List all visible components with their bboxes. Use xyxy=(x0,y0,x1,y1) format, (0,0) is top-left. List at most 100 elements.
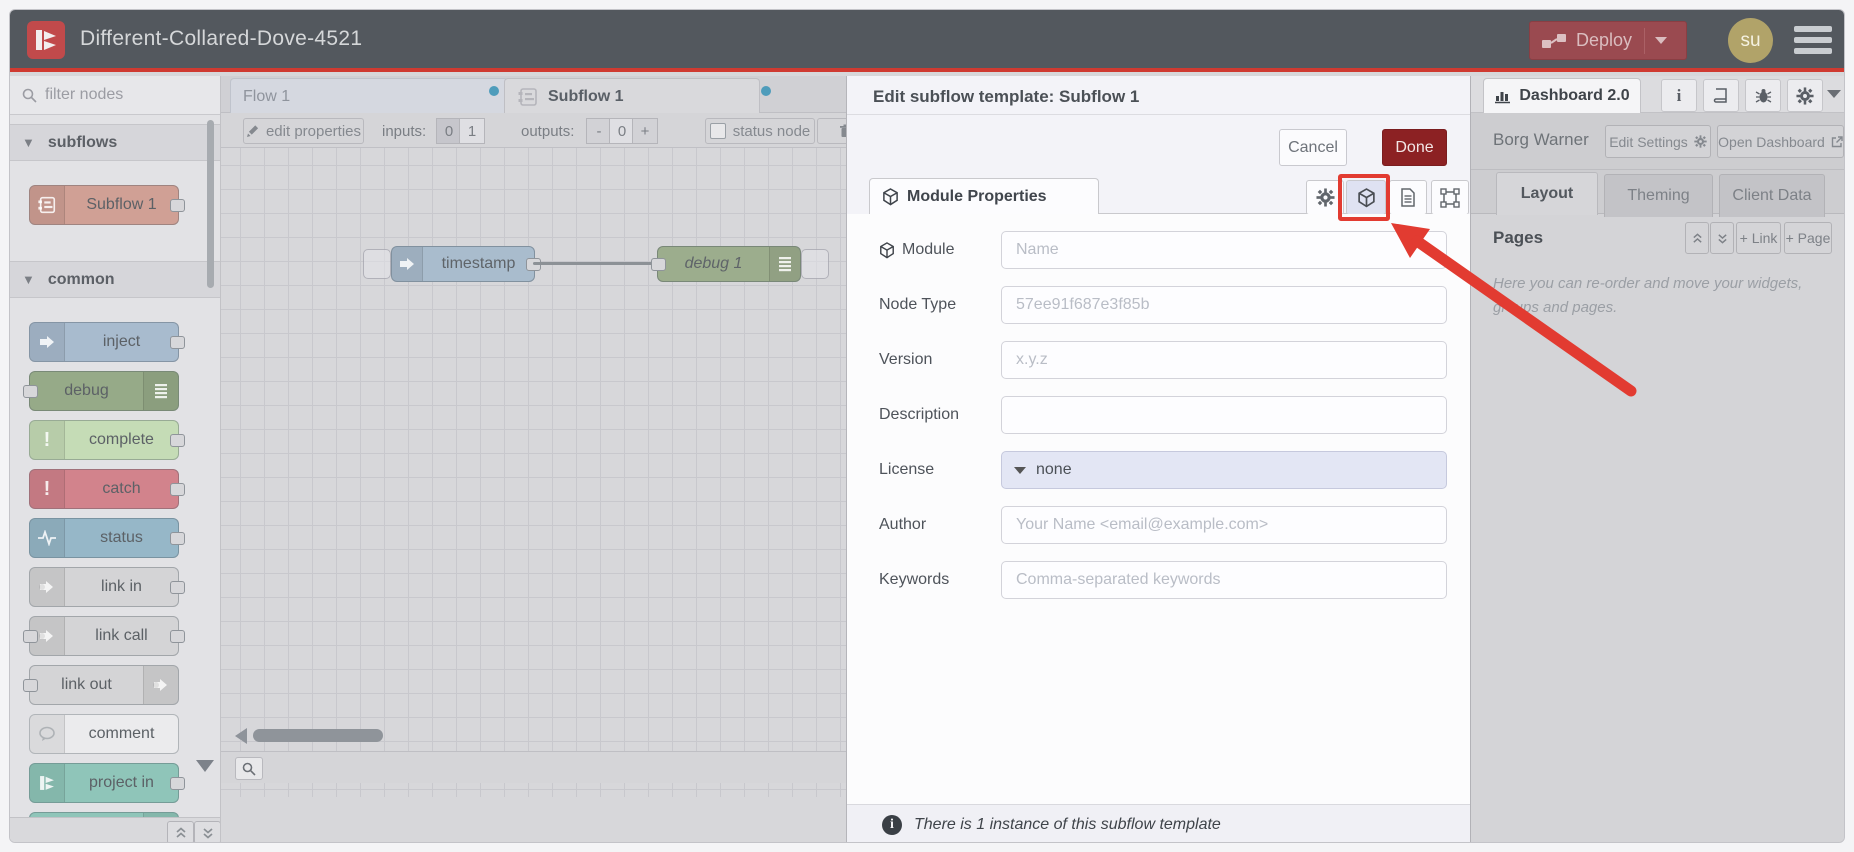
delete-subflow-button[interactable] xyxy=(817,118,846,144)
link-arrow-icon xyxy=(30,568,65,606)
help-book-button[interactable] xyxy=(1703,79,1739,112)
tab-subflow-1-label: Subflow 1 xyxy=(548,87,624,105)
output-port[interactable] xyxy=(170,581,185,594)
deploy-caret-icon[interactable] xyxy=(1655,37,1668,44)
palette-node-catch[interactable]: ! catch xyxy=(29,469,185,509)
palette-node-comment[interactable]: comment xyxy=(29,714,179,754)
output-port[interactable] xyxy=(170,630,185,643)
palette-node-Subflow-1[interactable]: Subflow 1 xyxy=(29,185,185,225)
palette-node-complete[interactable]: ! complete xyxy=(29,420,185,460)
subflow-output-stub[interactable] xyxy=(801,249,829,279)
tab-module-properties-label: Module Properties xyxy=(907,187,1047,205)
edit-settings-button[interactable]: Edit Settings xyxy=(1605,125,1711,158)
tab-client-data[interactable]: Client Data xyxy=(1719,174,1825,217)
tab-module-properties[interactable]: Module Properties xyxy=(869,178,1099,214)
subflow-input-stub[interactable] xyxy=(363,249,391,279)
keywords-field[interactable] xyxy=(1014,570,1446,590)
inject-arrow-icon xyxy=(392,247,423,281)
appearance-frame-button[interactable] xyxy=(1431,180,1469,215)
field-input-box xyxy=(1001,231,1447,269)
user-avatar[interactable]: su xyxy=(1728,18,1773,63)
chevron-down-icon: ▼ xyxy=(22,272,35,287)
palette-node-inject[interactable]: inject xyxy=(29,322,185,362)
description-field[interactable] xyxy=(1014,405,1446,425)
input-port[interactable] xyxy=(651,258,666,271)
module-field[interactable] xyxy=(1014,240,1446,260)
tab-subflow-1[interactable]: Subflow 1 xyxy=(504,78,771,114)
palette-node-link-in[interactable]: link in xyxy=(29,567,185,607)
palette-category-common[interactable]: ▼ common xyxy=(10,261,220,298)
main-menu-button[interactable] xyxy=(1794,26,1832,54)
palette-expand-all-button[interactable] xyxy=(194,821,220,842)
debug-bug-button[interactable] xyxy=(1745,79,1781,112)
pages-expand-button[interactable] xyxy=(1710,222,1734,254)
license-select[interactable]: none xyxy=(1001,451,1447,489)
tab-layout[interactable]: Layout xyxy=(1496,172,1598,215)
output-port[interactable] xyxy=(170,532,185,545)
add-page-button[interactable]: + Page xyxy=(1784,222,1832,254)
palette-node-label: project in xyxy=(89,774,154,791)
author-field[interactable] xyxy=(1014,515,1446,535)
input-port[interactable] xyxy=(23,630,38,643)
output-port[interactable] xyxy=(170,336,185,349)
palette-node-label: link call xyxy=(95,627,148,644)
external-link-icon xyxy=(1831,135,1843,148)
workspace-title: Different-Collared-Dove-4521 xyxy=(80,27,363,50)
tab-theming[interactable]: Theming xyxy=(1604,174,1713,217)
field-input-box xyxy=(1001,396,1447,434)
canvas-footer xyxy=(221,751,846,783)
canvas-node-debug-1[interactable]: debug 1 xyxy=(651,246,801,282)
outputs-plus-button[interactable]: + xyxy=(632,118,658,144)
canvas-search-button[interactable] xyxy=(235,757,263,780)
status-node-label: status node xyxy=(732,122,811,140)
inputs-1-button[interactable]: 1 xyxy=(459,118,485,144)
palette-node-debug[interactable]: debug xyxy=(23,371,179,411)
pages-collapse-button[interactable] xyxy=(1685,222,1709,254)
app-header: Different-Collared-Dove-4521 Deploy su xyxy=(10,10,1844,72)
tab-subflow-1-changed-dot xyxy=(761,86,771,96)
wire[interactable] xyxy=(533,262,657,265)
palette-node-label: inject xyxy=(102,333,141,350)
hscroll-thumb[interactable] xyxy=(253,729,383,742)
settings-gear-button[interactable] xyxy=(1787,79,1823,112)
canvas-node-timestamp[interactable]: timestamp xyxy=(391,246,541,282)
link-arrow-icon xyxy=(143,666,178,704)
palette-node-status[interactable]: status xyxy=(29,518,185,558)
edit-properties-button[interactable]: edit properties xyxy=(243,118,364,144)
output-port[interactable] xyxy=(170,199,185,212)
selected-value: none xyxy=(1036,461,1072,478)
palette-collapse-all-button[interactable] xyxy=(167,821,194,842)
deploy-button[interactable]: Deploy xyxy=(1529,21,1687,60)
status-node-toggle[interactable]: status node xyxy=(705,118,815,144)
sidebar-more-caret-icon[interactable] xyxy=(1827,90,1841,98)
open-dashboard-label: Open Dashboard xyxy=(1718,133,1825,150)
tab-dashboard-2[interactable]: Dashboard 2.0 xyxy=(1483,78,1641,113)
output-port[interactable] xyxy=(170,483,185,496)
open-dashboard-button[interactable]: Open Dashboard xyxy=(1717,125,1844,158)
palette-category-subflows[interactable]: ▼ subflows xyxy=(10,124,220,161)
output-port[interactable] xyxy=(170,434,185,447)
canvas-grid[interactable]: timestamp debug 1 xyxy=(221,148,846,797)
palette-node-label: debug xyxy=(64,382,109,399)
node-type-field[interactable] xyxy=(1014,295,1446,315)
hscroll-left-arrow[interactable] xyxy=(235,728,247,744)
project-name: Borg Warner xyxy=(1493,130,1589,149)
done-button[interactable]: Done xyxy=(1382,129,1447,166)
version-field[interactable] xyxy=(1014,350,1446,370)
palette-node-link-out[interactable]: link out xyxy=(23,665,179,705)
palette-scrollbar[interactable] xyxy=(207,120,214,288)
output-port[interactable] xyxy=(170,777,185,790)
cancel-button[interactable]: Cancel xyxy=(1279,129,1347,166)
add-link-button[interactable]: + Link xyxy=(1736,222,1781,254)
palette-filter-input[interactable]: filter nodes xyxy=(10,76,220,115)
field-input-box xyxy=(1001,341,1447,379)
description-doc-button[interactable] xyxy=(1389,180,1427,215)
palette-node-link-call[interactable]: link call xyxy=(23,616,185,656)
status-node-checkbox[interactable] xyxy=(709,123,726,139)
tab-flow-1[interactable]: Flow 1 xyxy=(230,78,508,114)
input-port[interactable] xyxy=(23,679,38,692)
info-sidebar-button[interactable]: i xyxy=(1661,79,1697,112)
input-port[interactable] xyxy=(23,385,38,398)
gear-icon xyxy=(1694,135,1707,148)
palette-node-project-in[interactable]: project in xyxy=(29,763,185,803)
